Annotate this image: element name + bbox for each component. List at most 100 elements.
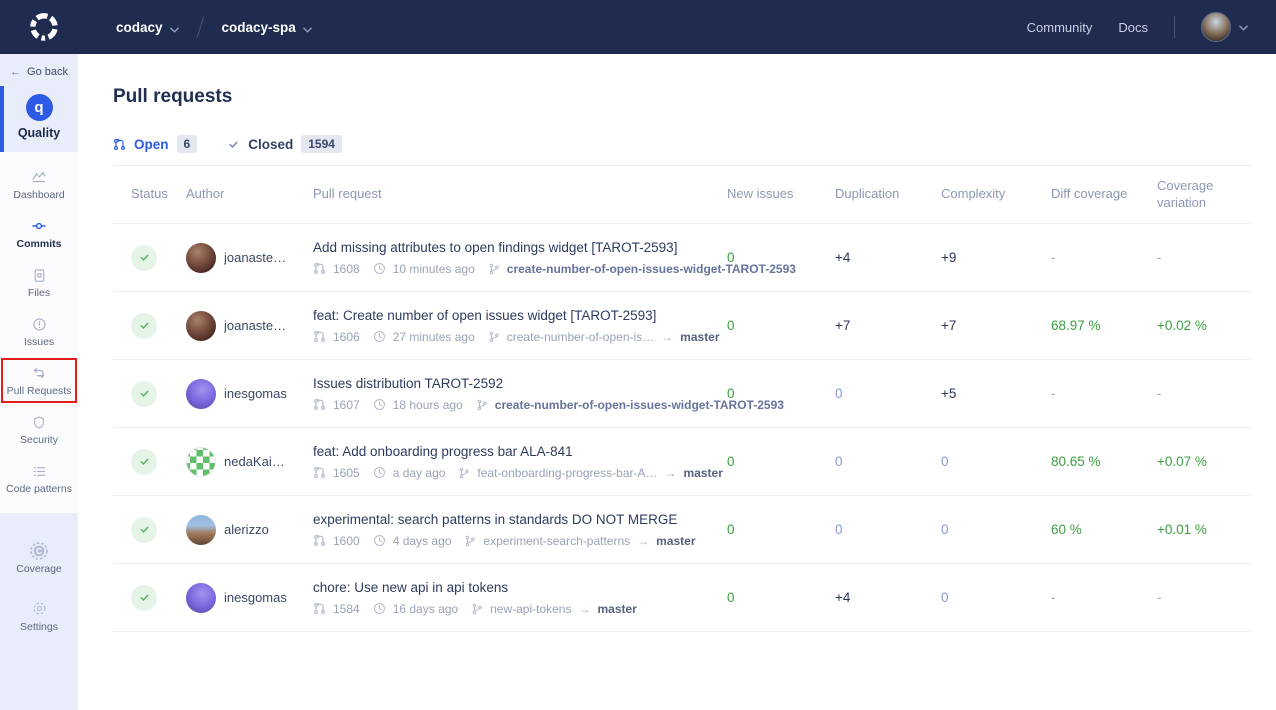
go-back-button[interactable]: ← Go back [0, 66, 78, 78]
quality-section-header[interactable]: q Quality [0, 86, 78, 152]
complexity-value: +9 [941, 250, 1051, 265]
table-row[interactable]: inesgomas Issues distribution TAROT-2592… [113, 360, 1251, 428]
author-avatar [186, 311, 216, 341]
pr-time: 27 minutes ago [393, 330, 475, 344]
sidebar: ← Go back q Quality Dashboard Commits Fi… [0, 54, 78, 710]
table-row[interactable]: inesgomas chore: Use new api in api toke… [113, 564, 1251, 632]
table-row[interactable]: nedaKai… feat: Add onboarding progress b… [113, 428, 1251, 496]
column-status: Status [113, 186, 186, 203]
sidebar-item-pull-requests[interactable]: Pull Requests [0, 356, 78, 405]
pr-meta: 1607 18 hours ago create-number-of-open-… [313, 398, 713, 412]
tab-closed-label: Closed [248, 137, 293, 152]
clock-icon [373, 262, 386, 275]
branch-icon [458, 467, 470, 479]
tab-closed[interactable]: Closed 1594 [227, 135, 342, 153]
status-success-icon [131, 381, 157, 407]
pull-request-icon [313, 398, 326, 411]
closed-count-badge: 1594 [301, 135, 342, 153]
pull-request-icon [313, 534, 326, 547]
column-complexity: Complexity [941, 186, 1051, 203]
coverage-variation-value: - [1157, 386, 1251, 401]
target-branch: master [684, 466, 723, 480]
breadcrumb-divider [196, 16, 204, 37]
arrow-left-icon: ← [10, 66, 21, 78]
settings-icon [31, 599, 48, 618]
diff-coverage-value: - [1051, 590, 1157, 605]
check-icon [227, 138, 240, 151]
sidebar-item-settings[interactable]: Settings [0, 587, 78, 645]
new-issues-value: 0 [727, 590, 835, 605]
org-switcher[interactable]: codacy [116, 19, 179, 36]
dashboard-icon [31, 169, 47, 186]
author-avatar [186, 379, 216, 409]
repo-switcher[interactable]: codacy-spa [222, 19, 312, 36]
pr-title[interactable]: experimental: search patterns in standar… [313, 512, 713, 527]
page-title: Pull requests [113, 86, 1251, 108]
pr-number: 1600 [333, 534, 360, 548]
sidebar-item-issues[interactable]: Issues [0, 307, 78, 356]
sidebar-item-commits[interactable]: Commits [0, 209, 78, 258]
source-branch: create-number-of-open-is… [507, 330, 654, 344]
sidebar-nav: Dashboard Commits Files Issues Pull Requ… [0, 152, 78, 513]
duplication-value: +7 [835, 318, 941, 333]
pr-time: 10 minutes ago [393, 262, 475, 276]
pull-request-icon [113, 138, 126, 151]
pull-request-icon [313, 602, 326, 615]
pr-number: 1607 [333, 398, 360, 412]
pr-title[interactable]: chore: Use new api in api tokens [313, 580, 713, 595]
pull-requests-icon [31, 365, 47, 382]
pr-title[interactable]: feat: Create number of open issues widge… [313, 308, 713, 323]
pr-title[interactable]: Issues distribution TAROT-2592 [313, 376, 713, 391]
table-row[interactable]: alerizzo experimental: search patterns i… [113, 496, 1251, 564]
column-coverage-variation: Coverage variation [1157, 178, 1251, 212]
duplication-value: +4 [835, 590, 941, 605]
diff-coverage-value: 80.65 % [1051, 454, 1157, 469]
repo-name: codacy-spa [222, 20, 296, 35]
author-name: nedaKai… [224, 454, 285, 469]
pr-time: a day ago [393, 466, 446, 480]
target-branch: master [656, 534, 695, 548]
target-branch: master [680, 330, 719, 344]
diff-coverage-value: - [1051, 250, 1157, 265]
complexity-value: 0 [941, 454, 1051, 469]
author-name: joanaste… [224, 318, 286, 333]
table-row[interactable]: joanaste… feat: Create number of open is… [113, 292, 1251, 360]
codacy-logo-icon[interactable] [28, 11, 60, 43]
table-row[interactable]: joanaste… Add missing attributes to open… [113, 224, 1251, 292]
tab-open[interactable]: Open 6 [113, 135, 197, 153]
complexity-value: +7 [941, 318, 1051, 333]
pr-meta: 1600 4 days ago experiment-search-patter… [313, 534, 713, 548]
author-avatar [186, 583, 216, 613]
sidebar-item-code-patterns[interactable]: Code patterns [0, 454, 78, 503]
user-menu[interactable] [1201, 12, 1248, 42]
target-branch: master [597, 602, 636, 616]
pr-title[interactable]: feat: Add onboarding progress bar ALA-84… [313, 444, 713, 459]
author-avatar [186, 447, 216, 477]
sidebar-item-security[interactable]: Security [0, 405, 78, 454]
coverage-variation-value: - [1157, 250, 1251, 265]
new-issues-value: 0 [727, 250, 835, 265]
duplication-value: +4 [835, 250, 941, 265]
source-branch: experiment-search-patterns [483, 534, 630, 548]
branch-icon [476, 399, 488, 411]
sidebar-item-files[interactable]: Files [0, 258, 78, 307]
table-body: joanaste… Add missing attributes to open… [113, 224, 1251, 632]
diff-coverage-value: 60 % [1051, 522, 1157, 537]
source-branch: feat-onboarding-progress-bar-A… [477, 466, 657, 480]
issues-icon [32, 316, 47, 333]
chevron-down-icon [1239, 18, 1248, 36]
topbar: codacy codacy-spa Community Docs [0, 0, 1276, 54]
sidebar-bottom-nav: C Coverage Settings [0, 513, 78, 645]
arrow-right-icon: → [665, 466, 677, 480]
chevron-down-icon [303, 21, 312, 36]
branch-icon [464, 535, 476, 547]
column-author: Author [186, 186, 313, 203]
community-link[interactable]: Community [1027, 20, 1093, 35]
pr-title[interactable]: Add missing attributes to open findings … [313, 240, 713, 255]
sidebar-item-coverage[interactable]: C Coverage [0, 529, 78, 587]
author-avatar [186, 515, 216, 545]
coverage-variation-value: - [1157, 590, 1251, 605]
docs-link[interactable]: Docs [1118, 20, 1148, 35]
sidebar-item-dashboard[interactable]: Dashboard [0, 160, 78, 209]
clock-icon [373, 330, 386, 343]
